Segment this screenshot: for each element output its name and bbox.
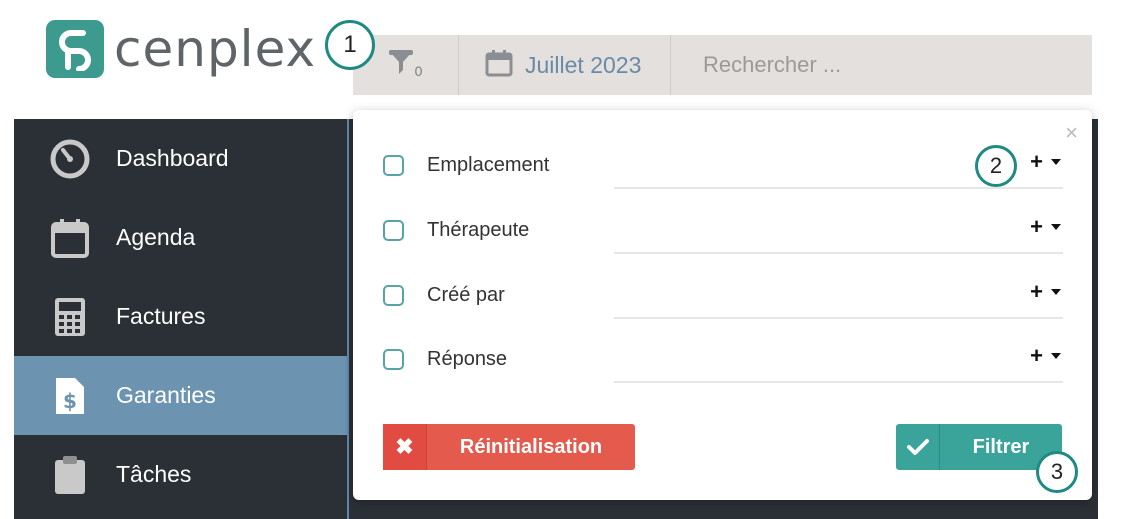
sidebar-item-label: Garanties [116,382,216,408]
filter-label: Réponse [427,347,508,370]
filter-add-dropdown[interactable]: + [1030,343,1061,369]
sidebar: Dashboard Agenda Factures $ Garanties Tâ… [14,119,347,519]
filter-checkbox[interactable] [383,348,404,370]
month-label: Juillet 2023 [525,51,642,78]
chevron-down-icon [1051,353,1061,359]
sidebar-item-agenda[interactable]: Agenda [14,198,347,277]
filter-label: Créé par [427,283,505,306]
chevron-down-icon [1051,289,1061,295]
sidebar-divider [347,119,349,519]
logo-mark-icon [46,20,104,78]
reset-button-label: Réinitialisation [459,435,603,458]
check-icon [896,424,940,470]
search-box [671,35,1092,95]
calendar-icon [50,218,90,258]
sidebar-item-label: Factures [116,303,206,329]
close-icon[interactable]: × [1065,120,1078,146]
filter-add-dropdown[interactable]: + [1030,214,1061,240]
month-picker[interactable]: Juillet 2023 [459,35,671,95]
filter-select-line[interactable] [614,252,1063,254]
calculator-icon [50,297,90,337]
filter-row-cree-par: Créé par + [383,275,1063,319]
callout-marker: 1 [325,20,375,70]
brand-name: cenplex [114,20,317,78]
filter-add-dropdown[interactable]: + [1030,149,1061,175]
filter-checkbox[interactable] [383,284,404,306]
svg-text:$: $ [63,389,77,413]
callout-marker: 2 [975,145,1017,187]
chevron-down-icon [1051,224,1061,230]
filter-select-line[interactable] [614,381,1063,383]
filter-select-line[interactable] [614,317,1063,319]
app-root: cenplex 0 Juillet 2023 Rechercher ... Da… [0,0,1128,519]
topbar: 0 Juillet 2023 [353,35,1092,95]
filter-row-emplacement: Emplacement + [383,145,1063,189]
clipboard-icon [50,455,90,495]
filter-row-therapeute: Thérapeute + [383,210,1063,254]
filter-row-reponse: Réponse + [383,339,1063,383]
plus-icon: + [1030,214,1043,239]
plus-icon: + [1030,149,1043,174]
sidebar-item-label: Dashboard [116,145,229,171]
sidebar-item-dashboard[interactable]: Dashboard [14,119,347,198]
sidebar-item-label: Agenda [116,224,196,250]
reset-button[interactable]: ✖ Réinitialisation [383,424,635,470]
sidebar-item-taches[interactable]: Tâches [14,435,347,514]
sidebar-item-garanties[interactable]: $ Garanties [14,356,347,435]
brand-logo[interactable]: cenplex [46,20,316,78]
filter-select-line[interactable] [614,187,1063,189]
sidebar-item-label: Tâches [116,461,192,487]
sidebar-item-factures[interactable]: Factures [14,277,347,356]
filter-label: Emplacement [427,153,550,176]
page-margin [1098,95,1128,519]
plus-icon: + [1030,343,1043,368]
filter-icon [388,49,413,81]
filter-checkbox[interactable] [383,219,404,241]
filter-count: 0 [414,63,423,79]
dashboard-gauge-icon [50,139,90,179]
filter-checkbox[interactable] [383,154,404,176]
search-input[interactable] [703,52,1083,78]
filter-label: Thérapeute [427,218,530,241]
plus-icon: + [1030,279,1043,304]
callout-marker: 3 [1036,451,1078,493]
filter-add-dropdown[interactable]: + [1030,279,1061,305]
dollar-document-icon: $ [50,376,90,416]
chevron-down-icon [1051,159,1061,165]
close-icon: ✖ [383,424,427,470]
calendar-icon [485,49,513,82]
